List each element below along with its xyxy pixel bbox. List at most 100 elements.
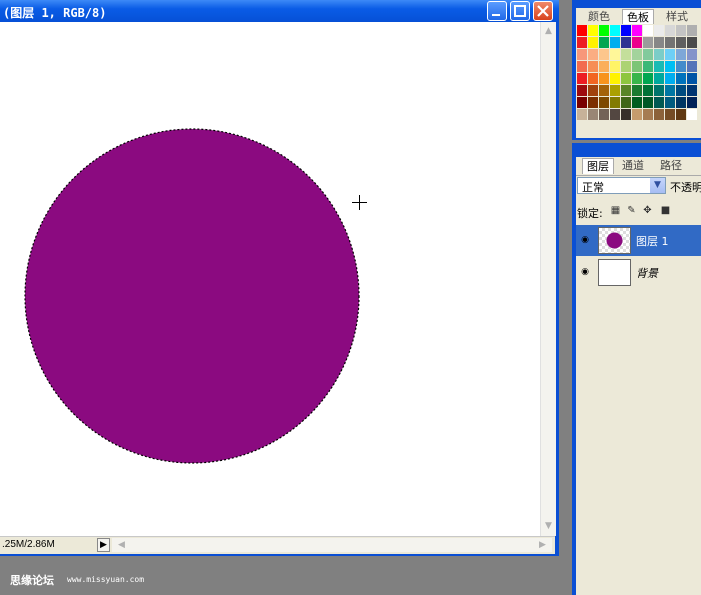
color-swatch[interactable] xyxy=(588,25,598,36)
color-swatch[interactable] xyxy=(665,49,675,60)
swatch-grid[interactable] xyxy=(576,24,701,138)
color-swatch[interactable] xyxy=(588,109,598,120)
color-swatch[interactable] xyxy=(643,97,653,108)
color-swatch[interactable] xyxy=(621,49,631,60)
color-swatch[interactable] xyxy=(665,73,675,84)
color-swatch[interactable] xyxy=(599,37,609,48)
color-swatch[interactable] xyxy=(588,61,598,72)
minimize-button[interactable] xyxy=(487,1,507,21)
visibility-eye-icon[interactable]: ◉ xyxy=(578,266,592,278)
color-swatch[interactable] xyxy=(632,49,642,60)
horizontal-scrollbar[interactable]: ◀ ▶ xyxy=(112,538,552,552)
color-swatch[interactable] xyxy=(665,85,675,96)
color-swatch[interactable] xyxy=(599,25,609,36)
color-swatch[interactable] xyxy=(665,37,675,48)
lock-paint-brush-icon[interactable]: ✎ xyxy=(626,205,637,216)
color-swatch[interactable] xyxy=(621,109,631,120)
color-swatch[interactable] xyxy=(610,25,620,36)
color-swatch[interactable] xyxy=(577,37,587,48)
color-swatch[interactable] xyxy=(654,73,664,84)
layer-row[interactable]: ◉ 背景 xyxy=(576,257,701,288)
color-swatch[interactable] xyxy=(676,49,686,60)
color-swatch[interactable] xyxy=(654,85,664,96)
color-swatch[interactable] xyxy=(621,25,631,36)
color-swatch[interactable] xyxy=(654,109,664,120)
color-swatch[interactable] xyxy=(687,85,697,96)
color-swatch[interactable] xyxy=(610,85,620,96)
document-titlebar[interactable]: (图层 1, RGB/8) xyxy=(0,0,559,22)
color-swatch[interactable] xyxy=(665,97,675,108)
color-swatch[interactable] xyxy=(588,85,598,96)
blend-mode-select[interactable]: 正常 ▼ xyxy=(577,177,666,194)
tab-styles[interactable]: 样式 xyxy=(662,9,692,24)
color-swatch[interactable] xyxy=(643,25,653,36)
maximize-button[interactable] xyxy=(510,1,530,21)
lock-transparency-icon[interactable]: ▦ xyxy=(610,205,621,216)
tab-channels[interactable]: 通道 xyxy=(618,158,648,173)
color-swatch[interactable] xyxy=(676,25,686,36)
color-swatch[interactable] xyxy=(687,73,697,84)
color-swatch[interactable] xyxy=(621,37,631,48)
color-swatch[interactable] xyxy=(632,25,642,36)
color-swatch[interactable] xyxy=(577,97,587,108)
color-swatch[interactable] xyxy=(665,25,675,36)
color-swatch[interactable] xyxy=(676,97,686,108)
color-swatch[interactable] xyxy=(599,85,609,96)
color-swatch[interactable] xyxy=(577,85,587,96)
color-swatch[interactable] xyxy=(588,97,598,108)
tab-color[interactable]: 颜色 xyxy=(584,9,614,24)
color-swatch[interactable] xyxy=(621,73,631,84)
color-swatch[interactable] xyxy=(621,61,631,72)
color-swatch[interactable] xyxy=(654,97,664,108)
color-swatch[interactable] xyxy=(665,109,675,120)
layer-row[interactable]: ◉ 图层 1 xyxy=(576,225,701,256)
color-swatch[interactable] xyxy=(610,49,620,60)
color-swatch[interactable] xyxy=(643,61,653,72)
color-swatch[interactable] xyxy=(654,49,664,60)
color-swatch[interactable] xyxy=(599,109,609,120)
color-swatch[interactable] xyxy=(610,61,620,72)
color-swatch[interactable] xyxy=(599,73,609,84)
color-swatch[interactable] xyxy=(676,109,686,120)
lock-all-icon[interactable]: ■ xyxy=(660,205,671,216)
color-swatch[interactable] xyxy=(588,37,598,48)
color-swatch[interactable] xyxy=(687,25,697,36)
color-swatch[interactable] xyxy=(599,49,609,60)
color-swatch[interactable] xyxy=(599,61,609,72)
color-swatch[interactable] xyxy=(687,109,697,120)
color-swatch[interactable] xyxy=(687,61,697,72)
color-swatch[interactable] xyxy=(676,85,686,96)
scroll-left-icon[interactable]: ◀ xyxy=(114,538,129,552)
color-swatch[interactable] xyxy=(687,37,697,48)
color-swatch[interactable] xyxy=(588,49,598,60)
color-swatch[interactable] xyxy=(632,85,642,96)
color-swatch[interactable] xyxy=(643,85,653,96)
tab-swatches[interactable]: 色板 xyxy=(622,9,654,25)
color-swatch[interactable] xyxy=(577,73,587,84)
color-swatch[interactable] xyxy=(687,49,697,60)
color-swatch[interactable] xyxy=(577,61,587,72)
scroll-up-icon[interactable]: ▲ xyxy=(541,24,556,39)
lock-move-icon[interactable]: ✥ xyxy=(642,205,653,216)
color-swatch[interactable] xyxy=(643,49,653,60)
color-swatch[interactable] xyxy=(632,97,642,108)
color-swatch[interactable] xyxy=(676,37,686,48)
color-swatch[interactable] xyxy=(632,73,642,84)
color-swatch[interactable] xyxy=(632,37,642,48)
color-swatch[interactable] xyxy=(599,97,609,108)
color-swatch[interactable] xyxy=(588,73,598,84)
visibility-eye-icon[interactable]: ◉ xyxy=(578,234,592,246)
color-swatch[interactable] xyxy=(643,37,653,48)
vertical-scrollbar[interactable]: ▲ ▼ xyxy=(540,22,556,536)
color-swatch[interactable] xyxy=(687,97,697,108)
color-swatch[interactable] xyxy=(643,73,653,84)
image-canvas[interactable] xyxy=(0,22,540,536)
color-swatch[interactable] xyxy=(643,109,653,120)
color-swatch[interactable] xyxy=(610,37,620,48)
color-swatch[interactable] xyxy=(621,97,631,108)
color-swatch[interactable] xyxy=(610,73,620,84)
color-swatch[interactable] xyxy=(632,61,642,72)
color-swatch[interactable] xyxy=(654,37,664,48)
scroll-right-icon[interactable]: ▶ xyxy=(535,538,550,552)
color-swatch[interactable] xyxy=(654,61,664,72)
